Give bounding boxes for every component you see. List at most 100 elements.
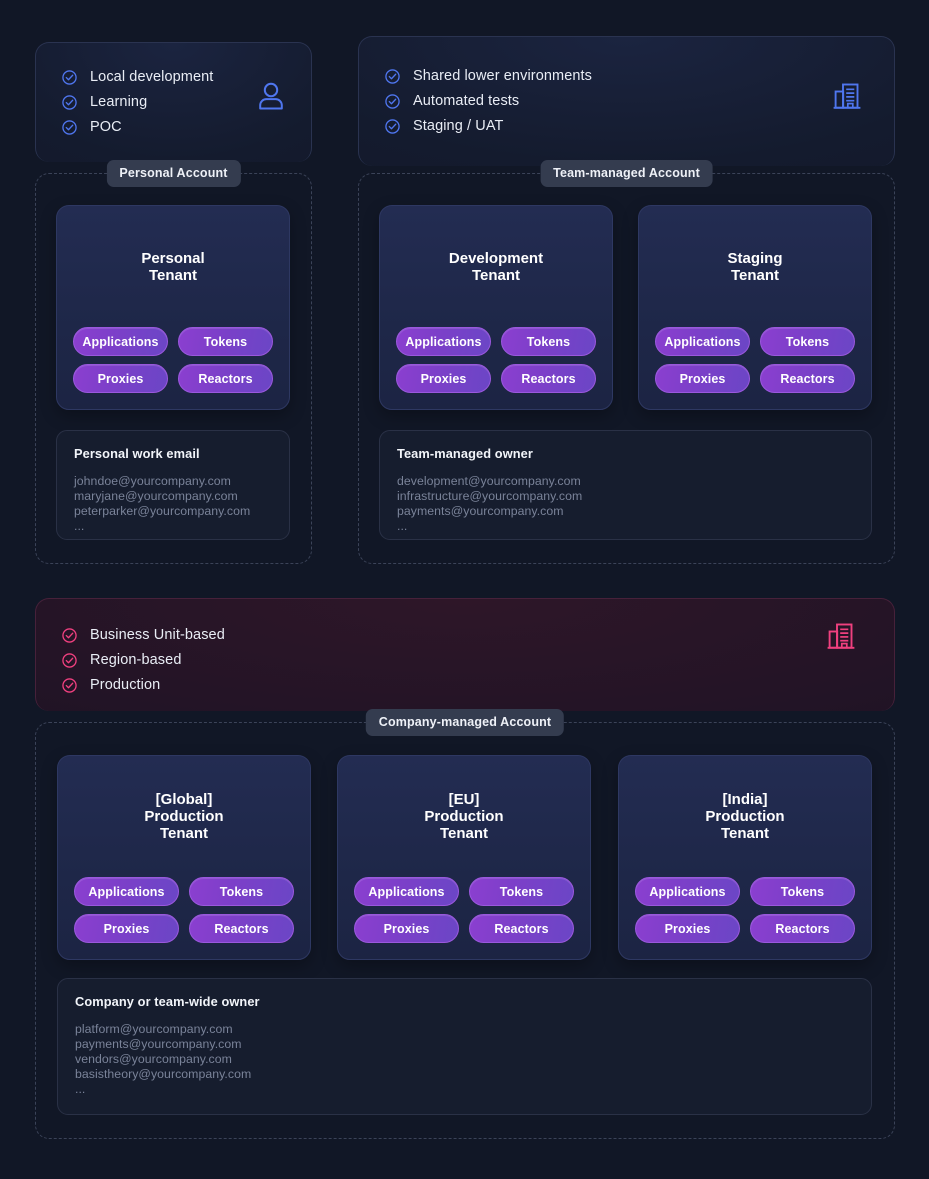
feature-item: POC [62, 115, 285, 140]
check-circle-icon [62, 653, 77, 668]
check-circle-icon [62, 120, 77, 135]
check-circle-icon [62, 628, 77, 643]
feature-item: Automated tests [385, 89, 868, 114]
company-banner: Business Unit-based Region-based Product… [35, 598, 895, 711]
tenant-title: Staging Tenant [727, 249, 783, 284]
tenant-pill-grid: Applications Tokens Proxies Reactors [635, 859, 855, 943]
owner-email-ellipsis: ... [397, 519, 408, 533]
pill-proxies[interactable]: Proxies [354, 914, 459, 943]
owner-title: Team-managed owner [397, 446, 533, 461]
pill-reactors[interactable]: Reactors [469, 914, 574, 943]
pill-reactors[interactable]: Reactors [760, 364, 855, 393]
tenant-card-india-production[interactable]: [India] Production Tenant Applications T… [618, 755, 872, 960]
team-account-badge: Team-managed Account [540, 160, 713, 187]
owner-email: payments@yourcompany.com [397, 504, 564, 518]
tenant-pill-grid: Applications Tokens Proxies Reactors [396, 309, 596, 393]
company-feature-list: Business Unit-based Region-based Product… [62, 623, 868, 698]
pill-tokens[interactable]: Tokens [469, 877, 574, 906]
feature-label: Local development [90, 69, 214, 85]
tenant-title: [EU] Production Tenant [424, 791, 504, 842]
owner-email: vendors@yourcompany.com [75, 1052, 232, 1066]
owner-email: maryjane@yourcompany.com [74, 489, 238, 503]
feature-label: Production [90, 677, 161, 693]
owner-email-ellipsis: ... [74, 519, 85, 533]
feature-label: Region-based [90, 652, 182, 668]
feature-label: Automated tests [413, 93, 520, 109]
person-icon [257, 81, 285, 111]
pill-applications[interactable]: Applications [655, 327, 750, 356]
owner-email: payments@yourcompany.com [75, 1037, 242, 1051]
feature-item: Business Unit-based [62, 623, 868, 648]
pill-tokens[interactable]: Tokens [178, 327, 273, 356]
owner-email: development@yourcompany.com [397, 474, 581, 488]
feature-label: POC [90, 119, 122, 135]
tenant-title: Development Tenant [448, 249, 544, 284]
tenant-card-personal[interactable]: Personal Tenant Applications Tokens Prox… [56, 205, 290, 410]
pill-proxies[interactable]: Proxies [73, 364, 168, 393]
feature-item: Staging / UAT [385, 114, 868, 139]
feature-label: Learning [90, 94, 148, 110]
personal-feature-list: Local development Learning POC [62, 65, 285, 140]
tenant-pill-grid: Applications Tokens Proxies Reactors [73, 309, 273, 393]
pill-tokens[interactable]: Tokens [189, 877, 294, 906]
pill-tokens[interactable]: Tokens [501, 327, 596, 356]
tenant-pill-grid: Applications Tokens Proxies Reactors [354, 859, 574, 943]
feature-item: Local development [62, 65, 285, 90]
owner-email: peterparker@yourcompany.com [74, 504, 251, 518]
pill-tokens[interactable]: Tokens [750, 877, 855, 906]
owner-email: basistheory@yourcompany.com [75, 1067, 252, 1081]
pill-reactors[interactable]: Reactors [178, 364, 273, 393]
check-circle-icon [62, 70, 77, 85]
pill-reactors[interactable]: Reactors [189, 914, 294, 943]
pill-applications[interactable]: Applications [635, 877, 740, 906]
tenant-pill-grid: Applications Tokens Proxies Reactors [74, 859, 294, 943]
feature-item: Shared lower environments [385, 64, 868, 89]
check-circle-icon [385, 69, 400, 84]
company-account-badge: Company-managed Account [365, 709, 565, 736]
pill-applications[interactable]: Applications [74, 877, 179, 906]
diagram-root: Local development Learning POC Shared lo… [0, 0, 929, 1179]
owner-title: Company or team-wide owner [75, 994, 260, 1009]
tenant-title: Personal Tenant [141, 249, 205, 284]
tenant-card-global-production[interactable]: [Global] Production Tenant Applications … [57, 755, 311, 960]
check-circle-icon [385, 94, 400, 109]
tenant-title: [Global] Production Tenant [144, 791, 224, 842]
feature-item: Learning [62, 90, 285, 115]
pill-reactors[interactable]: Reactors [750, 914, 855, 943]
building-icon [832, 81, 862, 111]
pill-tokens[interactable]: Tokens [760, 327, 855, 356]
tenant-title: [India] Production Tenant [705, 791, 785, 842]
feature-item: Region-based [62, 648, 868, 673]
check-circle-icon [62, 678, 77, 693]
check-circle-icon [385, 119, 400, 134]
personal-owner-card: Personal work email johndoe@yourcompany.… [56, 430, 290, 540]
team-banner: Shared lower environments Automated test… [358, 36, 895, 166]
owner-email: johndoe@yourcompany.com [74, 474, 231, 488]
feature-label: Staging / UAT [413, 118, 504, 134]
tenant-pill-grid: Applications Tokens Proxies Reactors [655, 309, 855, 393]
company-owner-card: Company or team-wide owner platform@your… [57, 978, 872, 1115]
check-circle-icon [62, 95, 77, 110]
pill-proxies[interactable]: Proxies [396, 364, 491, 393]
feature-item: Production [62, 673, 868, 698]
tenant-card-eu-production[interactable]: [EU] Production Tenant Applications Toke… [337, 755, 591, 960]
tenant-card-development[interactable]: Development Tenant Applications Tokens P… [379, 205, 613, 410]
team-feature-list: Shared lower environments Automated test… [385, 64, 868, 139]
owner-email: infrastructure@yourcompany.com [397, 489, 583, 503]
personal-banner: Local development Learning POC [35, 42, 312, 162]
tenant-card-staging[interactable]: Staging Tenant Applications Tokens Proxi… [638, 205, 872, 410]
building-icon [826, 621, 856, 651]
pill-proxies[interactable]: Proxies [635, 914, 740, 943]
pill-reactors[interactable]: Reactors [501, 364, 596, 393]
pill-applications[interactable]: Applications [354, 877, 459, 906]
team-owner-card: Team-managed owner development@yourcompa… [379, 430, 872, 540]
feature-label: Business Unit-based [90, 627, 225, 643]
pill-proxies[interactable]: Proxies [655, 364, 750, 393]
feature-label: Shared lower environments [413, 68, 593, 84]
pill-applications[interactable]: Applications [73, 327, 168, 356]
pill-applications[interactable]: Applications [396, 327, 491, 356]
owner-title: Personal work email [74, 446, 200, 461]
personal-account-badge: Personal Account [106, 160, 241, 187]
owner-email: platform@yourcompany.com [75, 1022, 233, 1036]
pill-proxies[interactable]: Proxies [74, 914, 179, 943]
